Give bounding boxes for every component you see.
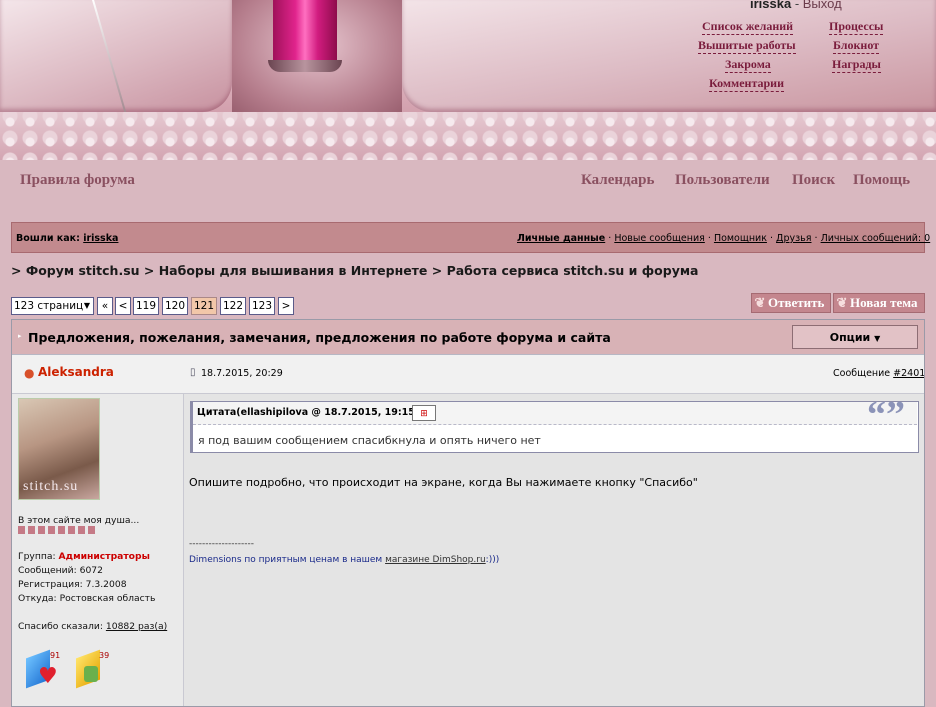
topic-title: Предложения, пожелания, замечания, предл… <box>28 330 611 345</box>
private-messages-link[interactable]: Личных сообщений: 0 <box>821 233 931 244</box>
user-location: Откуда: Ростовская область <box>18 593 156 604</box>
options-button[interactable]: Опции ▼ <box>792 325 918 349</box>
current-page: 121 <box>191 297 217 315</box>
quote-header: Цитата(ellashipilova @ 18.7.2015, 19:15)… <box>193 396 917 434</box>
user-group: Группа: Администраторы <box>18 551 150 562</box>
post-author-name[interactable]: Aleksandra <box>38 365 114 379</box>
awards-link[interactable]: Награды <box>832 57 881 73</box>
logged-as-label: Вошли как: <box>16 233 80 244</box>
topic-header: ▸ Предложения, пожелания, замечания, пре… <box>12 320 924 355</box>
profile-link[interactable]: Личные данные <box>517 233 605 244</box>
post-date: 18.7.2015, 20:29 <box>201 368 283 379</box>
users-link[interactable]: Пользователи <box>675 172 770 189</box>
pages-select-label: 123 страниц <box>14 300 84 312</box>
friends-link[interactable]: Друзья <box>776 233 811 244</box>
post-number-label: Сообщение <box>833 368 894 379</box>
spool-rim-icon <box>268 60 342 72</box>
user-motto: В этом сайте моя душа... <box>18 515 140 526</box>
leaf-icon: ❦ <box>754 295 766 310</box>
thanks-count-link[interactable]: 10882 раз(а) <box>106 621 167 632</box>
options-label: Опции <box>829 331 871 344</box>
user-separator: - <box>791 0 803 11</box>
signature: Dimensions по приятным ценам в нашем маг… <box>189 555 499 565</box>
user-registered: Регистрация: 7.3.2008 <box>18 579 127 590</box>
quote-block: Цитата(ellashipilova @ 18.7.2015, 19:15)… <box>190 396 919 453</box>
heart-award-count: 91 <box>50 651 61 660</box>
new-messages-link[interactable]: Новые сообщения <box>614 233 705 244</box>
leaf-icon: ❦ <box>836 295 848 310</box>
avatar: stitch.su <box>18 398 100 500</box>
separator: · <box>769 233 774 244</box>
logged-user-link[interactable]: irisska <box>83 233 118 244</box>
quote-author: Цитата(ellashipilova @ 18.7.2015, 19:15) <box>197 407 420 418</box>
thread-spool-icon <box>273 0 337 66</box>
chevron-down-icon: ▼ <box>83 301 90 310</box>
forum-rules-link[interactable]: Правила форума <box>20 172 135 189</box>
separator: · <box>814 233 818 244</box>
group-label: Группа: <box>18 551 59 562</box>
processes-link[interactable]: Процессы <box>829 19 884 35</box>
post-number: Сообщение #2401 <box>833 368 924 379</box>
comments-link[interactable]: Комментарии <box>709 76 785 92</box>
signature-separator: -------------------- <box>189 539 254 549</box>
calendar-link[interactable]: Календарь <box>581 172 654 189</box>
new-topic-button[interactable]: ❦ Новая тема <box>833 293 925 313</box>
notepad-link[interactable]: Блокнот <box>833 38 880 54</box>
new-topic-label: Новая тема <box>850 295 918 310</box>
bullet-icon: ▸ <box>18 332 22 340</box>
first-page-button[interactable]: « <box>97 297 113 315</box>
lace-border <box>0 112 936 160</box>
separator: · <box>608 233 612 244</box>
signature-text: Dimensions по приятным ценам в нашем <box>189 555 386 565</box>
page-link-122[interactable]: 122 <box>220 297 246 315</box>
logged-as: Вошли как: irisska <box>16 233 118 244</box>
user-thanks: Спасибо сказали: 10882 раз(а) <box>18 621 167 632</box>
reply-button[interactable]: ❦ Ответить <box>751 293 831 313</box>
current-user-name[interactable]: irisska <box>750 0 791 11</box>
separator: · <box>707 233 711 244</box>
user-menu-links: Личные данные · Новые сообщения · Помощн… <box>517 233 930 244</box>
prev-page-button[interactable]: < <box>115 297 131 315</box>
user-icon: ● <box>24 366 35 380</box>
page-link-123[interactable]: 123 <box>249 297 275 315</box>
avatar-watermark: stitch.su <box>23 479 79 494</box>
group-value: Администраторы <box>58 551 150 562</box>
pages-select[interactable]: 123 страниц ▼ <box>11 297 94 315</box>
go-to-quote-icon[interactable]: ⊞ <box>412 405 436 421</box>
breadcrumb[interactable]: > Форум stitch.su > Наборы для вышивания… <box>11 263 699 278</box>
post-number-link[interactable]: #2401 <box>893 368 924 379</box>
topic-container: ▸ Предложения, пожелания, замечания, пре… <box>11 319 925 707</box>
embroidered-works-link[interactable]: Вышитые работы <box>698 38 796 54</box>
quote-marks-icon: “” <box>867 394 905 436</box>
assistant-link[interactable]: Помощник <box>714 233 767 244</box>
post-body: Опишите подробно, что происходит на экра… <box>189 476 698 489</box>
next-page-button[interactable]: > <box>278 297 294 315</box>
chevron-down-icon: ▼ <box>874 334 881 343</box>
post-document-icon: ▯ <box>190 367 196 378</box>
thanks-label: Спасибо сказали: <box>18 621 106 632</box>
rank-bar <box>18 526 98 534</box>
signature-smile: :))) <box>485 555 500 565</box>
logout-link[interactable]: Выход <box>803 0 842 11</box>
user-status-line: irisska - Выход <box>750 0 842 11</box>
user-messages: Сообщений: 6072 <box>18 565 103 576</box>
wishlist-link[interactable]: Список желаний <box>702 19 794 35</box>
page-link-119[interactable]: 119 <box>133 297 159 315</box>
page-link-120[interactable]: 120 <box>162 297 188 315</box>
header-left-panel <box>0 0 232 112</box>
dimshop-link[interactable]: магазине DimShop.ru <box>385 555 486 565</box>
forum-header-banner <box>0 0 936 160</box>
book-award-count: 39 <box>99 651 110 660</box>
post-author-row: ● Aleksandra ▯ 18.7.2015, 20:29 Сообщени… <box>12 355 924 394</box>
help-link[interactable]: Помощь <box>853 172 910 189</box>
user-bar: Вошли как: irisska Личные данные · Новые… <box>11 222 930 253</box>
header-right-panel <box>402 0 936 112</box>
quote-text: я под вашим сообщением спасибкнула и опя… <box>198 434 541 447</box>
stash-link[interactable]: Закрома <box>725 57 771 73</box>
reply-label: Ответить <box>768 295 825 310</box>
search-link[interactable]: Поиск <box>792 172 835 189</box>
